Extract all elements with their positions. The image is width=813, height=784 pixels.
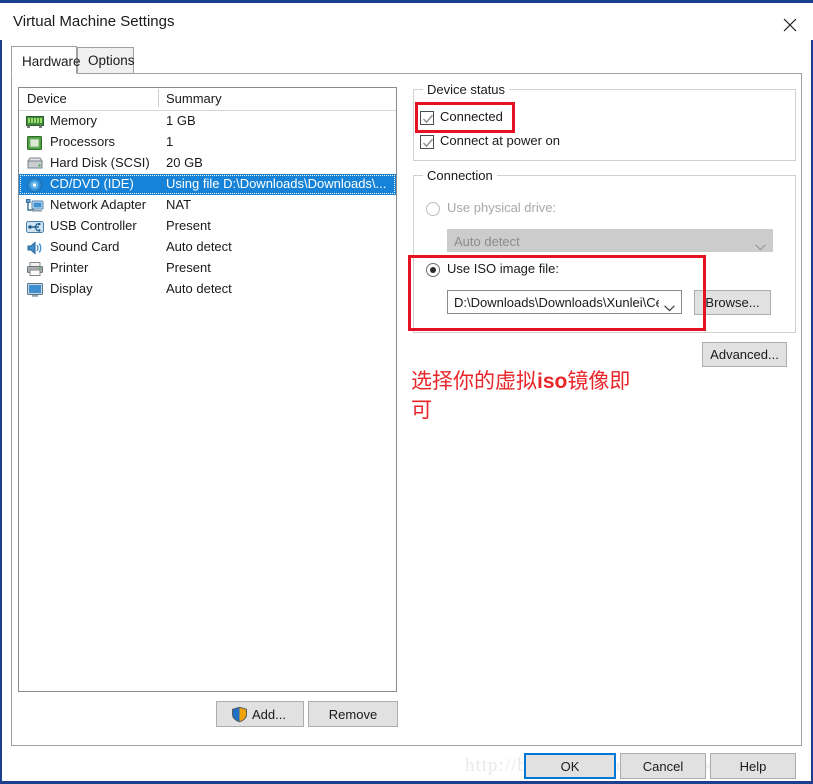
checkmark-icon: [422, 138, 434, 148]
use-iso-image-radio[interactable]: [426, 263, 440, 277]
connection-legend: Connection: [423, 168, 497, 183]
annotation-text: 选择你的虚拟iso镜像即 可: [411, 367, 671, 425]
advanced-button-label: Advanced...: [710, 347, 779, 362]
connect-at-power-on-checkbox[interactable]: [420, 135, 434, 149]
use-physical-drive-label: Use physical drive:: [447, 200, 557, 215]
display-icon: [26, 282, 44, 298]
help-button-label: Help: [739, 758, 767, 774]
device-row-processors[interactable]: Processors 1: [19, 132, 396, 153]
advanced-button[interactable]: Advanced...: [702, 342, 787, 367]
cancel-button[interactable]: Cancel: [620, 753, 706, 779]
device-row-printer[interactable]: Printer Present: [19, 258, 396, 279]
device-summary: 1: [166, 134, 174, 149]
device-name: Sound Card: [50, 239, 120, 254]
tab-hardware-label: Hardware: [22, 54, 81, 69]
device-summary: Present: [166, 218, 211, 233]
device-name: USB Controller: [50, 218, 137, 233]
device-summary: Auto detect: [166, 239, 232, 254]
physical-drive-value: Auto detect: [454, 234, 520, 249]
use-physical-drive-radio[interactable]: [426, 202, 440, 216]
memory-icon: [26, 114, 44, 130]
device-row-cd-dvd[interactable]: CD/DVD (IDE) Using file D:\Downloads\Dow…: [19, 174, 396, 195]
device-name: Hard Disk (SCSI): [50, 155, 150, 170]
iso-path-combobox[interactable]: D:\Downloads\Downloads\Xunlei\Ce: [447, 290, 682, 314]
device-row-usb-controller[interactable]: USB Controller Present: [19, 216, 396, 237]
device-summary: Present: [166, 260, 211, 275]
device-name: Network Adapter: [50, 197, 147, 212]
remove-button-label: Remove: [328, 706, 378, 722]
window-border-left: [0, 3, 2, 784]
device-row-hard-disk[interactable]: Hard Disk (SCSI) 20 GB: [19, 153, 396, 174]
device-name: CD/DVD (IDE): [50, 176, 134, 191]
device-row-display[interactable]: Display Auto detect: [19, 279, 396, 300]
help-button[interactable]: Help: [710, 753, 796, 779]
network-adapter-icon: [26, 198, 44, 214]
device-name: Processors: [50, 134, 116, 149]
chevron-down-icon: [664, 299, 675, 317]
tab-options[interactable]: Options: [77, 47, 135, 73]
device-list-header: Device Summary: [19, 88, 396, 111]
chevron-down-icon: [755, 238, 766, 256]
connected-checkbox[interactable]: [420, 111, 434, 125]
close-button[interactable]: [767, 3, 813, 37]
device-status-group: Device status: [413, 82, 796, 161]
column-divider: [158, 89, 159, 107]
virtual-machine-settings-dialog: Virtual Machine Settings Hardware Option…: [0, 0, 813, 784]
device-summary: Using file D:\Downloads\Downloads\...: [166, 176, 387, 191]
device-summary: Auto detect: [166, 281, 232, 296]
physical-drive-select[interactable]: Auto detect: [447, 229, 773, 252]
use-iso-image-label: Use ISO image file:: [447, 261, 559, 276]
tab-hardware[interactable]: Hardware: [11, 46, 81, 74]
device-row-network-adapter[interactable]: Network Adapter NAT: [19, 195, 396, 216]
hard-disk-icon: [26, 156, 44, 172]
processor-icon: [26, 135, 44, 151]
window-title: Virtual Machine Settings: [13, 13, 175, 30]
browse-button-label: Browse...: [705, 295, 760, 310]
annotation-line1-bold: iso: [537, 370, 568, 393]
annotation-line1-post: 镜像即: [567, 369, 631, 393]
device-list[interactable]: Device Summary Memory 1 GB Processors 1 …: [18, 87, 397, 692]
device-row-sound-card[interactable]: Sound Card Auto detect: [19, 237, 396, 258]
close-icon: [783, 18, 797, 32]
device-name: Display: [50, 281, 93, 296]
connected-label: Connected: [440, 109, 503, 124]
add-button-label: Add...: [252, 706, 286, 722]
device-name: Memory: [50, 113, 97, 128]
device-summary: 1 GB: [166, 113, 196, 128]
device-status-legend: Device status: [423, 82, 510, 97]
device-summary: NAT: [166, 197, 192, 212]
remove-button[interactable]: Remove: [308, 701, 398, 727]
connect-at-power-on-label: Connect at power on: [440, 133, 560, 148]
uac-shield-icon: [231, 706, 248, 723]
sound-card-icon: [26, 240, 44, 256]
column-header-summary: Summary: [166, 91, 222, 106]
usb-controller-icon: [26, 219, 44, 235]
ok-button-label: OK: [560, 758, 580, 774]
cd-dvd-icon: [26, 177, 44, 193]
cancel-button-label: Cancel: [642, 758, 684, 774]
device-row-memory[interactable]: Memory 1 GB: [19, 111, 396, 132]
annotation-line1-pre: 选择你的虚拟: [411, 369, 537, 393]
checkmark-icon: [422, 114, 434, 124]
ok-button[interactable]: OK: [524, 753, 616, 779]
iso-path-value: D:\Downloads\Downloads\Xunlei\Ce: [454, 295, 659, 310]
device-summary: 20 GB: [166, 155, 203, 170]
add-button[interactable]: Add...: [216, 701, 304, 727]
device-name: Printer: [50, 260, 89, 275]
tab-options-label: Options: [88, 53, 135, 68]
printer-icon: [26, 261, 44, 277]
tab-strip: Hardware Options: [11, 46, 802, 74]
title-bar: Virtual Machine Settings: [0, 3, 813, 40]
browse-button[interactable]: Browse...: [694, 290, 771, 315]
annotation-line2: 可: [411, 398, 432, 422]
column-header-device: Device: [27, 91, 67, 106]
